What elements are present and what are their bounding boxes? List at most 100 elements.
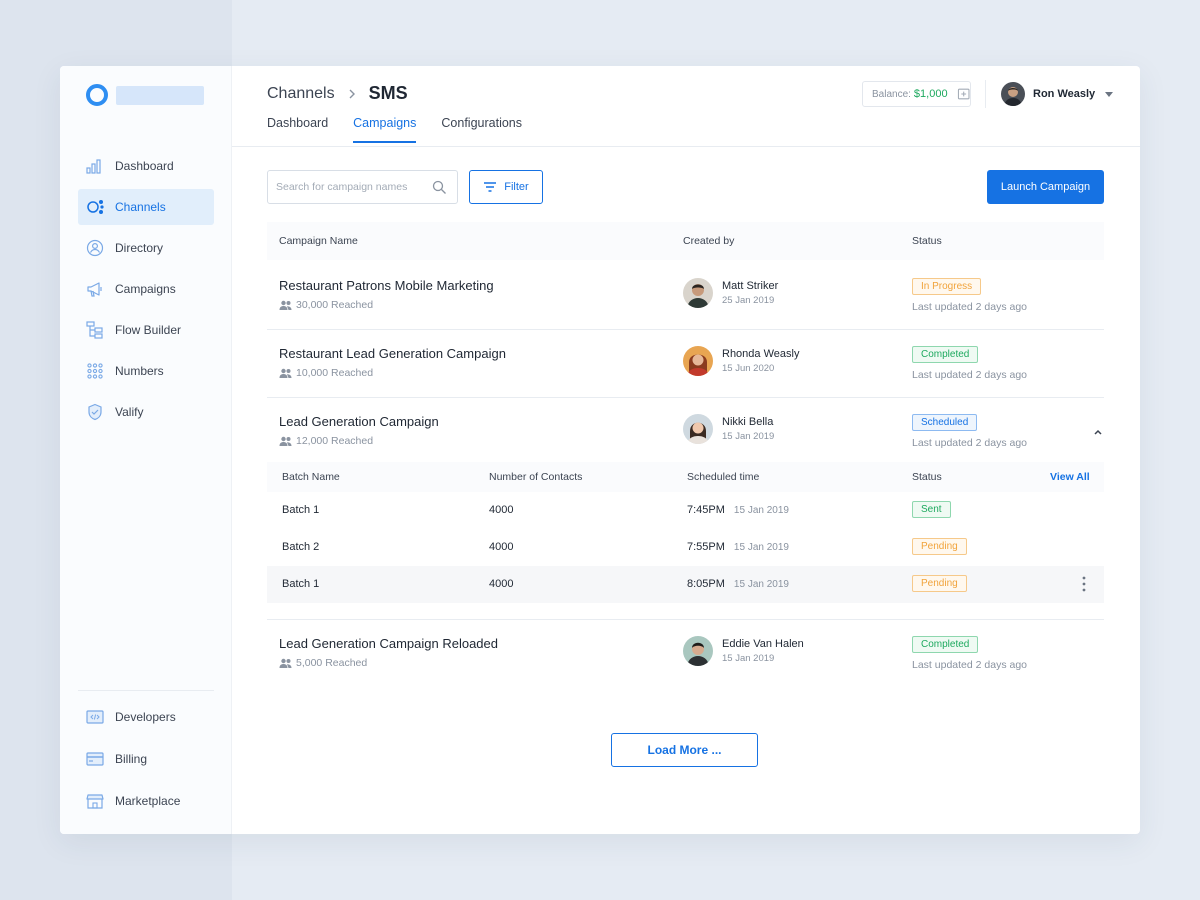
search-icon[interactable]: [432, 180, 447, 195]
last-updated: Last updated 2 days ago: [912, 301, 1028, 313]
creator-cell: Matt Striker 25 Jan 2019: [683, 278, 778, 308]
campaign-name[interactable]: Lead Generation Campaign: [279, 414, 439, 429]
creator-name: Nikki Bella: [722, 416, 774, 428]
sidebar-item-marketplace[interactable]: Marketplace: [78, 783, 214, 819]
breadcrumb-parent[interactable]: Channels: [267, 85, 335, 103]
avatar: [683, 278, 713, 308]
sidebar-item-billing[interactable]: Billing: [78, 741, 214, 777]
last-updated: Last updated 2 days ago: [912, 659, 1028, 671]
sidebar-item-label: Valify: [115, 405, 144, 419]
users-icon: [279, 658, 292, 668]
breadcrumb: Channels SMS: [267, 83, 408, 104]
tab-configurations[interactable]: Configurations: [441, 116, 522, 143]
sidebar-item-label: Dashboard: [115, 159, 174, 173]
avatar: [683, 414, 713, 444]
status-badge: Completed: [912, 346, 979, 363]
sidebar-item-label: Marketplace: [115, 794, 181, 808]
filter-label: Filter: [504, 181, 529, 193]
view-all-link[interactable]: View All: [1050, 471, 1090, 483]
sidebar-item-dashboard[interactable]: Dashboard: [78, 148, 214, 184]
scheduled-time: 7:45PM 15 Jan 2019: [687, 504, 789, 516]
contacts-count: 4000: [489, 541, 514, 553]
sidebar-item-label: Numbers: [115, 364, 164, 378]
sidebar-item-developers[interactable]: Developers: [78, 699, 214, 735]
time-value: 7:45PM: [687, 504, 725, 516]
campaign-name[interactable]: Lead Generation Campaign Reloaded: [279, 636, 498, 651]
avatar: [683, 346, 713, 376]
time-date: 15 Jan 2019: [733, 505, 789, 516]
load-more-button[interactable]: Load More ...: [611, 733, 758, 767]
sidebar-item-numbers[interactable]: Numbers: [78, 353, 214, 389]
status-badge: In Progress: [912, 278, 982, 295]
time-date: 15 Jan 2019: [733, 579, 789, 590]
tab-bar: Dashboard Campaigns Configurations: [267, 116, 547, 143]
more-options-icon[interactable]: [1080, 575, 1088, 593]
flow-builder-icon: [86, 321, 104, 339]
batch-row[interactable]: Batch 1 4000 7:45PM 15 Jan 2019 Sent: [267, 492, 1104, 529]
column-header-batch-name: Batch Name: [282, 471, 340, 483]
sidebar-item-label: Billing: [115, 752, 148, 766]
reached-count: 5,000 Reached: [279, 657, 367, 669]
time-value: 7:55PM: [687, 541, 725, 553]
header-divider: [985, 80, 986, 108]
dial-pad-icon: [86, 362, 104, 380]
status-cell: In Progress Last updated 2 days ago: [912, 276, 1027, 313]
campaign-name[interactable]: Restaurant Patrons Mobile Marketing: [279, 278, 494, 293]
code-icon: [86, 708, 104, 726]
page-header: Channels SMS Dashboard Campaigns Configu…: [232, 66, 1140, 147]
last-updated: Last updated 2 days ago: [912, 437, 1028, 449]
tab-dashboard[interactable]: Dashboard: [267, 116, 328, 143]
bar-chart-icon: [86, 157, 104, 175]
campaign-name[interactable]: Restaurant Lead Generation Campaign: [279, 346, 506, 361]
batch-row[interactable]: Batch 1 4000 8:05PM 15 Jan 2019 Pending: [267, 566, 1104, 603]
creator-cell: Rhonda Weasly 15 Jun 2020: [683, 346, 799, 376]
app-window: Dashboard Channels Directory Campaigns F…: [60, 66, 1140, 834]
balance-label: Balance:: [872, 88, 911, 100]
credit-card-icon: [86, 750, 104, 768]
users-icon: [279, 436, 292, 446]
scheduled-time: 7:55PM 15 Jan 2019: [687, 541, 789, 553]
column-header-created-by[interactable]: Created by: [683, 235, 734, 247]
status-badge: Scheduled: [912, 414, 978, 431]
reached-label: 12,000 Reached: [296, 435, 374, 447]
avatar: [1001, 82, 1025, 106]
table-row[interactable]: Lead Generation Campaign Reloaded 5,000 …: [267, 620, 1104, 688]
creator-name: Rhonda Weasly: [722, 348, 800, 360]
launch-campaign-button[interactable]: Launch Campaign: [987, 170, 1104, 204]
creator-cell: Eddie Van Halen 15 Jan 2019: [683, 636, 804, 666]
batch-table-header: Batch Name Number of Contacts Scheduled …: [267, 462, 1104, 492]
sidebar-item-campaigns[interactable]: Campaigns: [78, 271, 214, 307]
sidebar-item-directory[interactable]: Directory: [78, 230, 214, 266]
sidebar-item-flow-builder[interactable]: Flow Builder: [78, 312, 214, 348]
sidebar-bottom-nav: Developers Billing Marketplace: [78, 690, 214, 825]
sidebar-item-label: Developers: [115, 710, 176, 724]
sidebar-item-channels[interactable]: Channels: [78, 189, 214, 225]
table-row[interactable]: Restaurant Lead Generation Campaign 10,0…: [267, 330, 1104, 398]
column-header-contacts: Number of Contacts: [489, 471, 583, 483]
logo-icon[interactable]: [86, 84, 108, 106]
tab-campaigns[interactable]: Campaigns: [353, 116, 417, 143]
creator-name: Eddie Van Halen: [722, 638, 804, 650]
column-header-campaign-name[interactable]: Campaign Name: [279, 235, 358, 247]
search-input[interactable]: [276, 181, 426, 193]
user-menu[interactable]: Ron Weasly: [1001, 82, 1114, 106]
column-header-scheduled-time: Scheduled time: [687, 471, 760, 483]
batch-row[interactable]: Batch 2 4000 7:55PM 15 Jan 2019 Pending: [267, 529, 1104, 566]
chevron-up-icon[interactable]: [1093, 428, 1103, 436]
filter-button[interactable]: Filter: [469, 170, 543, 204]
batch-name: Batch 1: [282, 578, 320, 590]
status-badge: Completed: [912, 636, 979, 653]
add-funds-icon[interactable]: [957, 87, 970, 101]
creator-name: Matt Striker: [722, 280, 779, 292]
directory-icon: [86, 239, 104, 257]
reached-label: 5,000 Reached: [296, 657, 368, 669]
avatar: [683, 636, 713, 666]
column-header-status[interactable]: Status: [912, 235, 942, 247]
contacts-count: 4000: [489, 578, 514, 590]
table-row[interactable]: Restaurant Patrons Mobile Marketing 30,0…: [267, 262, 1104, 330]
sidebar-item-valify[interactable]: Valify: [78, 394, 214, 430]
users-icon: [279, 300, 292, 310]
status-cell: Completed Last updated 2 days ago: [912, 634, 1027, 671]
reached-count: 12,000 Reached: [279, 435, 373, 447]
batch-name: Batch 1: [282, 504, 320, 516]
